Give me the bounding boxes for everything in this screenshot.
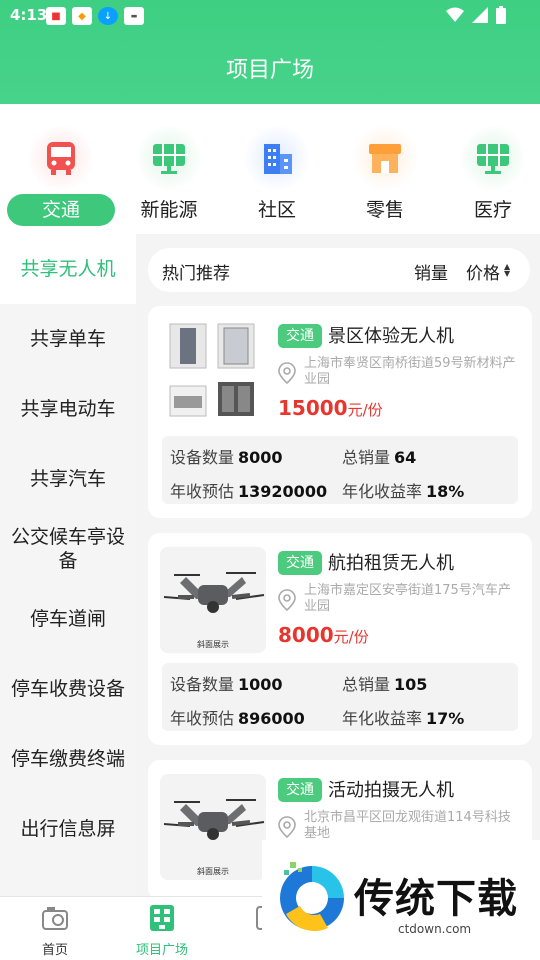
annual-income-stat: 年收预估 13920000 <box>170 482 328 501</box>
nav-label: 首页 <box>41 943 68 958</box>
category-label: 医疗 <box>473 199 512 221</box>
image-caption: 斜面展示 <box>197 867 229 876</box>
subcategory-sidebar: 共享无人机 共享单车 共享电动车 共享汽车 公交候车亭设备 停车道闸 停车收费设… <box>0 234 136 896</box>
nav-project-square[interactable]: 项目广场 <box>107 905 217 958</box>
app-notification-icon: ▬ <box>124 7 144 25</box>
sidebar-item-parking-fee-device[interactable]: 停车收费设备 <box>0 654 136 724</box>
annual-yield-stat: 年化收益率 18% <box>342 482 465 501</box>
category-label: 交通 <box>7 194 115 226</box>
sort-sales-button[interactable]: 销量 <box>414 259 448 284</box>
category-transport[interactable]: 交通 <box>7 126 115 226</box>
hot-recommend-label: 热门推荐 <box>162 264 230 284</box>
sidebar-item-bus-shelter[interactable]: 公交候车亭设备 <box>0 514 136 584</box>
location-pin-icon <box>278 362 296 384</box>
sidebar-item-parking-payment-terminal[interactable]: 停车缴费终端 <box>0 724 136 794</box>
solar-panel-icon <box>461 126 525 190</box>
sort-arrows-icon: ▲ ▼ <box>504 262 511 278</box>
store-icon <box>353 126 417 190</box>
total-sales-stat: 总销量 105 <box>342 675 428 694</box>
category-retail[interactable]: 零售 <box>331 126 439 226</box>
category-badge: 交通 <box>278 551 322 575</box>
notification-icons: ■ ◆ ↓ ▬ <box>46 7 144 25</box>
app-notification-icon: ◆ <box>72 7 92 25</box>
image-caption: 斜面展示 <box>197 640 229 649</box>
app-notification-icon: ■ <box>46 7 66 25</box>
total-sales-stat: 总销量 64 <box>342 448 417 467</box>
annual-income-stat: 年收预估 896000 <box>170 709 305 728</box>
product-image: 斜面展示 <box>160 547 266 653</box>
product-stats: 设备数量 1000 总销量 105 年收预估 896000 年化收益率 17% <box>162 663 518 731</box>
watermark-overlay: 传统下载 ctdown.com <box>262 840 540 960</box>
nav-home[interactable]: 首页 <box>0 905 110 958</box>
price-unit: 元/份 <box>347 401 383 419</box>
building-icon <box>245 126 309 190</box>
watermark-text: 传统下载 <box>354 876 518 922</box>
app-header: 4:13 ■ ◆ ↓ ▬ 项目广场 <box>0 0 540 104</box>
home-icon <box>42 907 68 930</box>
product-address: 北京市昌平区回龙观街道114号科技基地 <box>304 810 511 841</box>
price-value: 8000 <box>278 623 334 647</box>
product-name: 景区体验无人机 <box>328 326 454 347</box>
product-address: 上海市嘉定区安亭街道175号汽车产业园 <box>304 583 511 614</box>
location-pin-icon <box>278 816 296 838</box>
drone-image <box>163 572 265 613</box>
product-card[interactable]: 斜面展示 交通 航拍租赁无人机 上海市嘉定区安亭街道175号汽车产业园 8000… <box>148 533 532 745</box>
category-medical[interactable]: 医疗 <box>439 126 540 226</box>
sidebar-item-shared-bike[interactable]: 共享单车 <box>0 304 136 374</box>
sidebar-item-travel-info-screen[interactable]: 出行信息屏 <box>0 794 136 864</box>
drone-image <box>163 799 265 840</box>
product-price: 15000元/份 <box>278 396 383 420</box>
watermark-url: ctdown.com <box>398 922 472 936</box>
price-value: 15000 <box>278 396 348 420</box>
category-label: 社区 <box>257 199 296 221</box>
product-name: 活动拍摄无人机 <box>328 780 454 801</box>
category-label: 新能源 <box>140 199 198 221</box>
sidebar-item-parking-gate[interactable]: 停车道闸 <box>0 584 136 654</box>
annual-yield-stat: 年化收益率 17% <box>342 709 465 728</box>
bus-icon <box>29 126 93 190</box>
battery-icon <box>496 6 506 24</box>
price-unit: 元/份 <box>333 628 369 646</box>
category-badge: 交通 <box>278 324 322 348</box>
sidebar-item-shared-ebike[interactable]: 共享电动车 <box>0 374 136 444</box>
product-address: 上海市奉贤区南桥街道59号新材料产业园 <box>304 356 516 387</box>
signal-icon <box>472 7 488 23</box>
category-bar: 交通 新能源 社区 零售 医疗 <box>0 104 540 234</box>
system-icons <box>446 6 506 24</box>
category-label: 零售 <box>365 199 404 221</box>
status-bar: 4:13 ■ ◆ ↓ ▬ <box>0 0 540 32</box>
device-count-stat: 设备数量 8000 <box>170 448 283 467</box>
product-stats: 设备数量 8000 总销量 64 年收预估 13920000 年化收益率 18% <box>162 436 518 504</box>
filter-bar: 热门推荐 销量 价格 ▲ ▼ <box>148 248 530 292</box>
category-community[interactable]: 社区 <box>223 126 331 226</box>
sidebar-item-shared-car[interactable]: 共享汽车 <box>0 444 136 514</box>
category-badge: 交通 <box>278 778 322 802</box>
watermark-logo-icon <box>280 862 344 932</box>
product-card[interactable]: 交通 景区体验无人机 上海市奉贤区南桥街道59号新材料产业园 15000元/份 … <box>148 306 532 518</box>
product-image <box>160 320 266 426</box>
solar-panel-icon <box>137 126 201 190</box>
download-icon: ↓ <box>98 7 118 25</box>
location-pin-icon <box>278 589 296 611</box>
wifi-icon <box>446 7 464 22</box>
grid-square-icon <box>150 905 174 931</box>
device-count-stat: 设备数量 1000 <box>170 675 283 694</box>
page-title: 项目广场 <box>225 58 314 83</box>
product-name: 航拍租赁无人机 <box>328 553 454 574</box>
sidebar-item-shared-drone[interactable]: 共享无人机 <box>0 234 136 304</box>
sort-price-button[interactable]: 价格 <box>466 259 500 284</box>
product-list: 热门推荐 销量 价格 ▲ ▼ 交通 景区体验无人机 上海市奉贤区南桥街道59号新材… <box>136 234 540 900</box>
status-time: 4:13 <box>10 6 48 24</box>
nav-label: 项目广场 <box>135 943 188 958</box>
product-image: 斜面展示 <box>160 774 266 880</box>
category-new-energy[interactable]: 新能源 <box>115 126 223 226</box>
product-price: 8000元/份 <box>278 623 369 647</box>
